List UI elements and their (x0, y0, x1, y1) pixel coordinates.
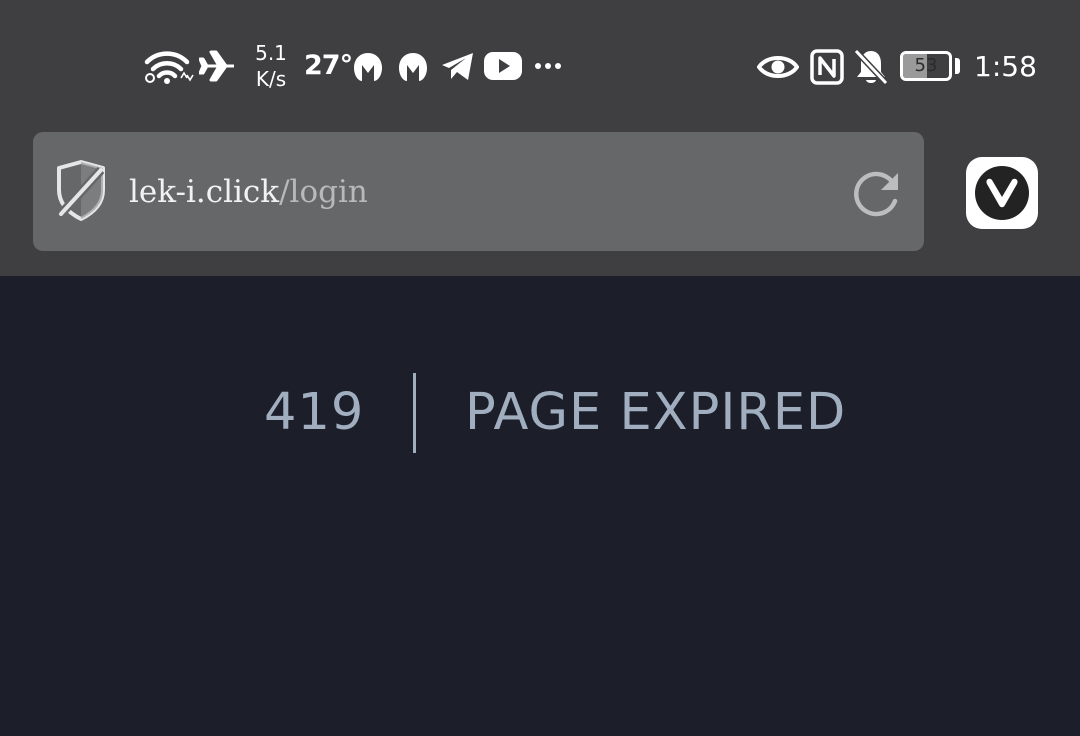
clock: 1:58 (974, 50, 1037, 83)
nfc-icon (810, 49, 844, 85)
temperature: 27° (304, 50, 353, 81)
vivaldi-menu-icon (975, 166, 1029, 220)
wifi-icon (144, 48, 194, 84)
browser-chrome: 5.1 K/s 27° 53 1:58 lek-i.click/login (0, 0, 1080, 276)
error-code: 419 (264, 383, 365, 442)
error-text: PAGE EXPIRED (465, 383, 847, 442)
malwarebytes-icon (397, 51, 429, 83)
malwarebytes-icon (352, 51, 384, 83)
url-text[interactable]: lek-i.click/login (129, 170, 368, 214)
error-divider (413, 373, 416, 453)
address-bar[interactable]: lek-i.click/login (33, 132, 924, 251)
url-path: /login (279, 174, 368, 210)
tracker-shield-icon[interactable] (53, 160, 109, 226)
battery-level: 53 (914, 55, 938, 76)
battery-tip (955, 58, 960, 74)
network-speed-value: 5.1 (255, 41, 287, 65)
battery-icon: 53 (900, 51, 952, 81)
url-host: lek-i.click (129, 174, 280, 210)
network-speed: 5.1 K/s (250, 40, 292, 92)
youtube-icon (484, 51, 522, 81)
vivaldi-menu-button[interactable] (966, 157, 1038, 229)
eye-comfort-icon (757, 52, 799, 82)
more-notifications-icon (534, 62, 562, 70)
network-speed-unit: K/s (255, 67, 287, 91)
silent-bell-icon (854, 48, 888, 86)
airplane-mode-icon (199, 48, 237, 84)
reload-icon[interactable] (849, 165, 905, 225)
error-message: 419 PAGE EXPIRED (0, 373, 1080, 453)
telegram-icon (440, 52, 476, 82)
status-bar: 5.1 K/s 27° 53 1:58 (0, 0, 1080, 130)
